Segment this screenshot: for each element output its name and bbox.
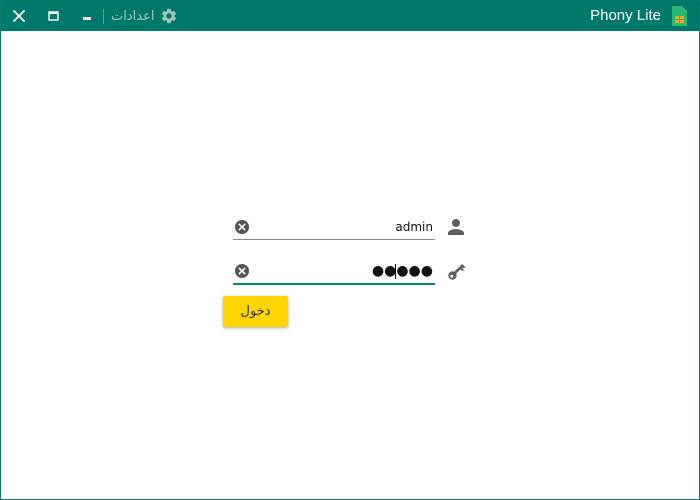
user-icon <box>448 219 464 235</box>
settings-label: اعدادات <box>111 8 155 24</box>
app-title: Phony Lite <box>590 7 661 24</box>
username-field[interactable] <box>233 215 435 240</box>
close-button[interactable] <box>5 1 33 31</box>
clear-icon[interactable] <box>234 263 250 279</box>
username-input[interactable] <box>257 217 433 237</box>
maximize-button[interactable] <box>39 1 67 31</box>
gear-icon <box>162 8 177 24</box>
password-field[interactable] <box>233 259 435 285</box>
clear-icon[interactable] <box>234 219 250 235</box>
sim-card-icon <box>672 6 687 26</box>
close-icon <box>13 10 25 22</box>
password-input[interactable] <box>257 261 433 281</box>
login-button[interactable]: دخول <box>223 296 288 327</box>
minimize-button[interactable] <box>73 1 101 31</box>
settings-button[interactable]: اعدادات <box>111 1 178 31</box>
title-bar: اعدادات Phony Lite <box>1 1 699 31</box>
maximize-icon <box>47 10 59 21</box>
text-caret <box>395 264 396 279</box>
minimize-icon <box>82 16 91 20</box>
title-separator <box>103 9 104 24</box>
key-icon <box>448 263 466 280</box>
app-window: اعدادات Phony Lite admin ●●●●● دخول <box>0 0 700 500</box>
